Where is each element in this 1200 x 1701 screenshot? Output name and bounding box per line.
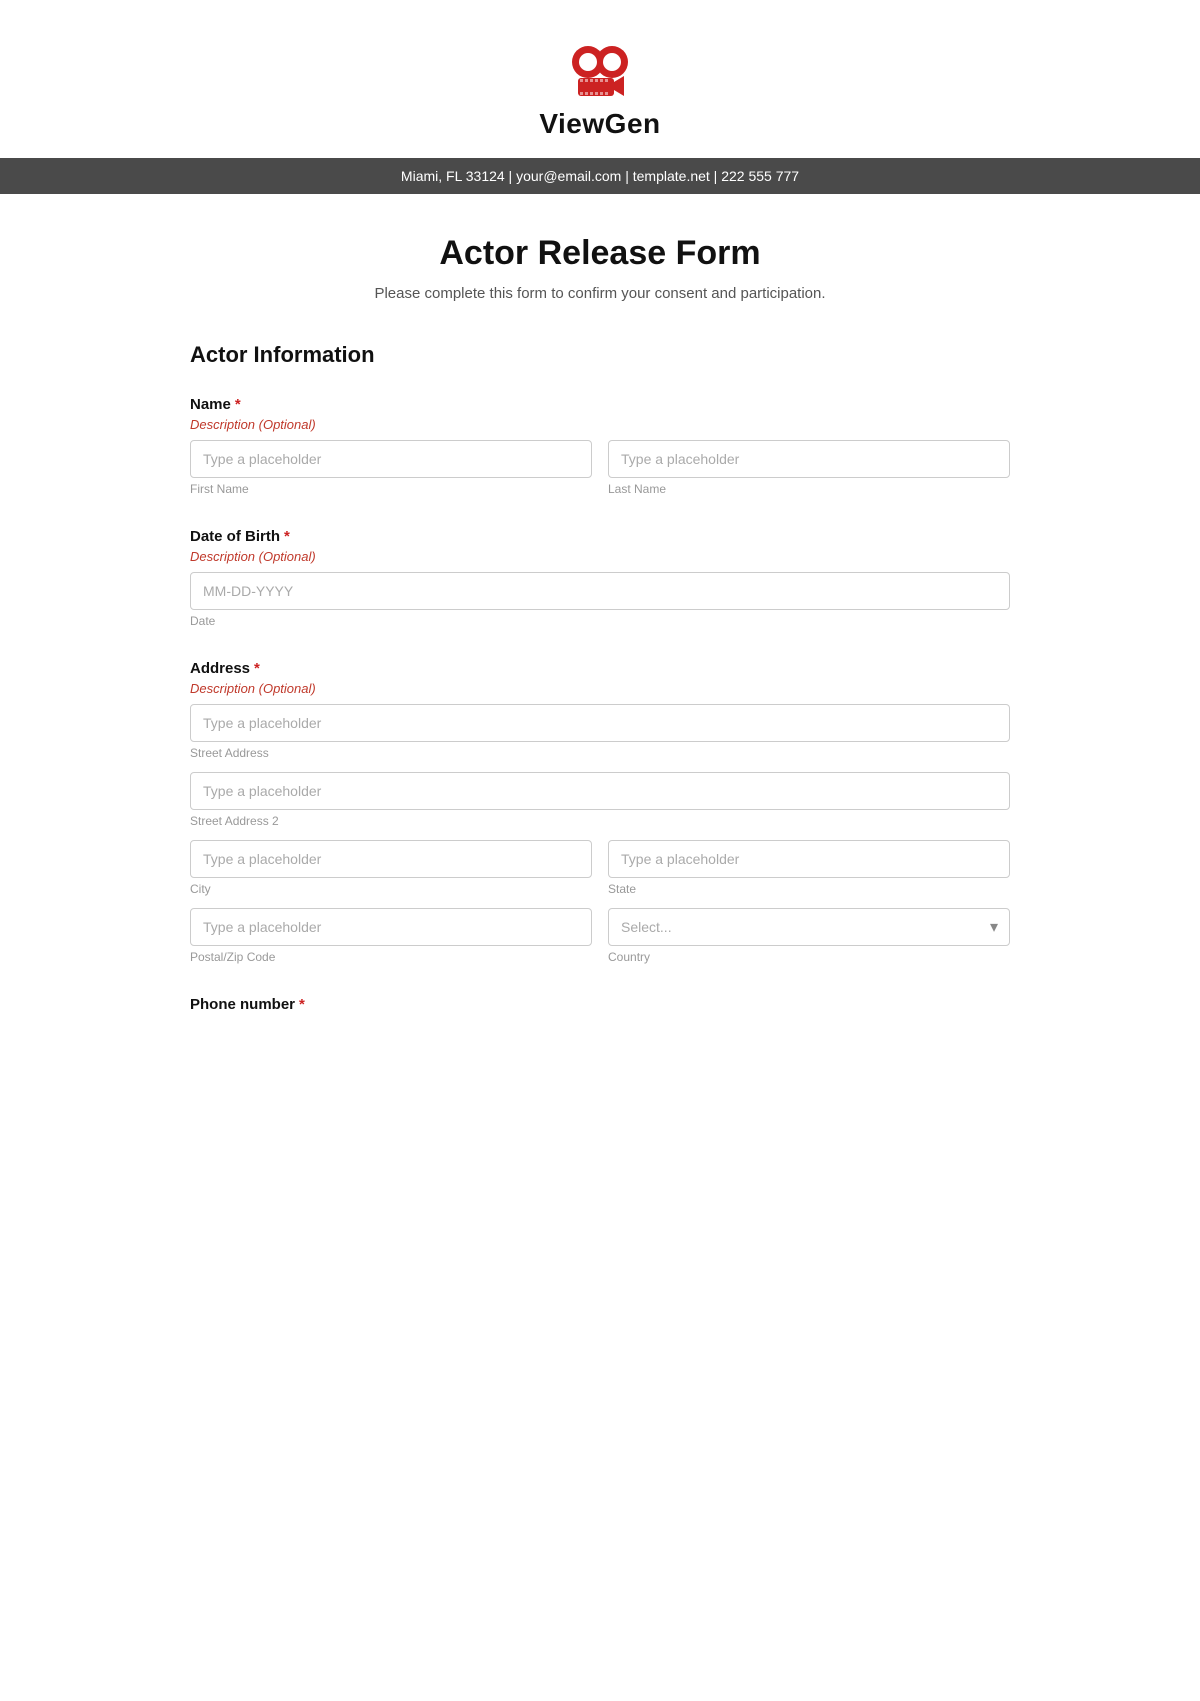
dob-field-group: Date of Birth * Description (Optional) D… xyxy=(190,528,1010,628)
last-name-input[interactable] xyxy=(608,440,1010,478)
dob-label: Date of Birth * xyxy=(190,528,1010,545)
state-input[interactable] xyxy=(608,840,1010,878)
address-description: Description (Optional) xyxy=(190,681,1010,696)
postal-sublabel: Postal/Zip Code xyxy=(190,950,592,964)
dob-required-star: * xyxy=(284,528,290,545)
first-name-col: First Name xyxy=(190,440,592,496)
city-state-row: City State xyxy=(190,840,1010,896)
country-col: Select... Country xyxy=(608,908,1010,964)
header-bar: Miami, FL 33124 | your@email.com | templ… xyxy=(0,158,1200,194)
country-select-wrapper: Select... xyxy=(608,908,1010,946)
phone-required-star: * xyxy=(299,996,305,1013)
dob-sublabel: Date xyxy=(190,614,1010,628)
postal-col: Postal/Zip Code xyxy=(190,908,592,964)
name-input-row: First Name Last Name xyxy=(190,440,1010,496)
name-field-group: Name * Description (Optional) First Name… xyxy=(190,396,1010,496)
state-sublabel: State xyxy=(608,882,1010,896)
phone-field-group: Phone number * xyxy=(190,996,1010,1013)
name-required-star: * xyxy=(235,396,241,413)
main-content: Actor Release Form Please complete this … xyxy=(170,194,1030,1105)
dob-input[interactable] xyxy=(190,572,1010,610)
country-select[interactable]: Select... xyxy=(608,908,1010,946)
phone-label: Phone number * xyxy=(190,996,1010,1013)
name-label: Name * xyxy=(190,396,1010,413)
state-col: State xyxy=(608,840,1010,896)
logo-icon xyxy=(560,40,640,100)
first-name-sublabel: First Name xyxy=(190,482,592,496)
street1-wrapper: Street Address xyxy=(190,704,1010,760)
street1-sublabel: Street Address xyxy=(190,746,1010,760)
contact-info: Miami, FL 33124 | your@email.com | templ… xyxy=(401,168,799,184)
postal-country-row: Postal/Zip Code Select... Country xyxy=(190,908,1010,964)
first-name-input[interactable] xyxy=(190,440,592,478)
name-description: Description (Optional) xyxy=(190,417,1010,432)
street1-input[interactable] xyxy=(190,704,1010,742)
city-col: City xyxy=(190,840,592,896)
address-required-star: * xyxy=(254,660,260,677)
last-name-col: Last Name xyxy=(608,440,1010,496)
brand-name: ViewGen xyxy=(539,108,660,140)
header: ViewGen Miami, FL 33124 | your@email.com… xyxy=(0,0,1200,194)
address-label: Address * xyxy=(190,660,1010,677)
street2-input[interactable] xyxy=(190,772,1010,810)
form-subtitle: Please complete this form to confirm you… xyxy=(190,285,1010,302)
street2-sublabel: Street Address 2 xyxy=(190,814,1010,828)
address-field-group: Address * Description (Optional) Street … xyxy=(190,660,1010,964)
street2-wrapper: Street Address 2 xyxy=(190,772,1010,828)
dob-description: Description (Optional) xyxy=(190,549,1010,564)
city-input[interactable] xyxy=(190,840,592,878)
logo-container: ViewGen xyxy=(539,40,660,140)
last-name-sublabel: Last Name xyxy=(608,482,1010,496)
city-sublabel: City xyxy=(190,882,592,896)
country-sublabel: Country xyxy=(608,950,1010,964)
form-title: Actor Release Form xyxy=(190,234,1010,273)
postal-input[interactable] xyxy=(190,908,592,946)
section-title: Actor Information xyxy=(190,342,1010,372)
